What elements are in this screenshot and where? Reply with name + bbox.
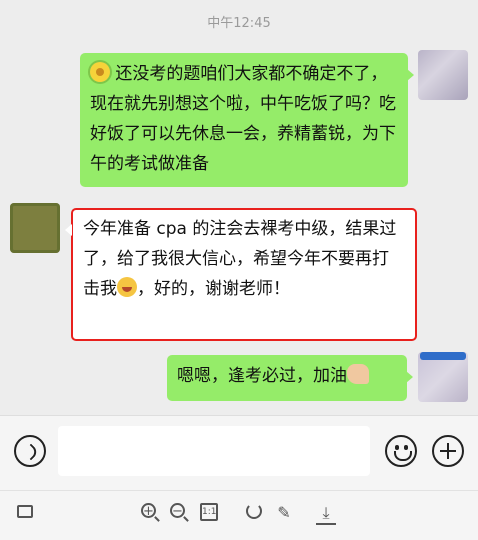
message-input[interactable] — [58, 426, 370, 476]
emoji-eye-left — [395, 445, 399, 450]
layout-icon[interactable] — [17, 505, 33, 518]
laugh-cry-emoji-icon — [117, 277, 137, 297]
emoji-eye-right — [404, 445, 408, 450]
message-input-bar — [0, 415, 478, 490]
zoom-out-icon[interactable] — [170, 502, 185, 522]
my-avatar[interactable] — [418, 352, 468, 402]
my-avatar[interactable] — [418, 50, 468, 100]
avatar-logo-strip — [420, 352, 466, 360]
plus-icon[interactable] — [432, 435, 464, 467]
message-text-after-emoji: ，好的，谢谢老师！ — [137, 279, 290, 299]
emoji-icon[interactable] — [385, 435, 417, 467]
rotate-icon[interactable] — [246, 503, 262, 519]
message-text: 嗯嗯，逢考必过，加油 — [177, 366, 347, 386]
my-message-bubble[interactable]: 还没考的题咱们大家都不确定不了，现在就先别想这个啦，中午吃饭了吗？吃好饭了可以先… — [80, 53, 414, 187]
chat-area: 中午12:45 还没考的题咱们大家都不确定不了，现在就先别想这个啦，中午吃饭了吗… — [0, 0, 478, 415]
actual-size-icon[interactable]: 1:1 — [200, 503, 218, 521]
contact-avatar[interactable] — [10, 203, 60, 253]
zoom-in-icon[interactable] — [141, 502, 156, 522]
image-viewer-toolbar: 1:1 ✎ ⤓ — [0, 490, 478, 540]
flower-emoji-icon — [90, 62, 110, 82]
download-icon[interactable]: ⤓ — [316, 503, 336, 525]
contact-message-bubble-highlighted[interactable]: 今年准备 cpa 的注会去裸考中级，结果过了，给了我很大信心，希望今年不要再打击… — [65, 208, 417, 341]
voice-icon[interactable] — [14, 435, 46, 467]
my-message-bubble[interactable]: 嗯嗯，逢考必过，加油 — [167, 355, 413, 401]
message-timestamp: 中午12:45 — [207, 16, 271, 31]
flexed-arm-emoji-icon — [347, 364, 369, 384]
message-text: 还没考的题咱们大家都不确定不了，现在就先别想这个啦，中午吃饭了吗？吃好饭了可以先… — [90, 64, 396, 174]
edit-icon[interactable]: ✎ — [274, 503, 294, 523]
